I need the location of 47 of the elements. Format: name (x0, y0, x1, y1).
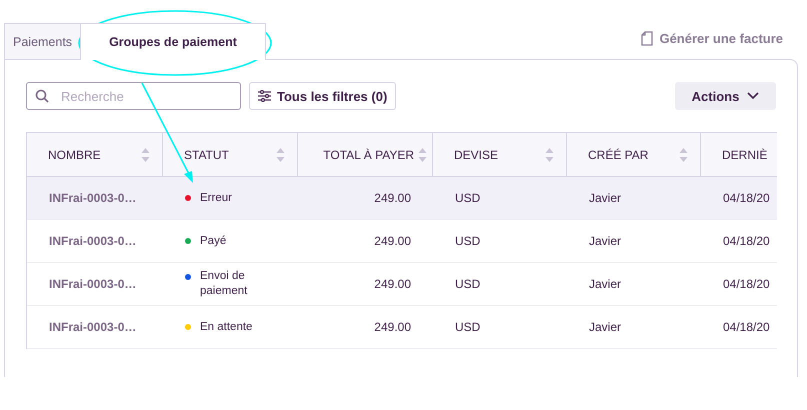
table-cell: Javier (589, 277, 622, 291)
table-cell: Javier (589, 320, 622, 334)
sort-icon (679, 146, 688, 162)
table-cell: 249.00 (374, 191, 411, 205)
generate-invoice-link[interactable]: Générer une facture (641, 31, 783, 46)
search-field[interactable]: Recherche (26, 82, 241, 110)
actions-button[interactable]: Actions (675, 82, 776, 110)
status-label: Erreur (200, 190, 233, 206)
tab[interactable]: Groupes de paiement (80, 23, 266, 60)
column-header[interactable]: TOTAL À PAYER (298, 133, 433, 176)
table-row[interactable]: INFrai-0003-0… En attente 249.00 USD Javier 04/18/20 (27, 306, 777, 349)
table-cell: 04/18/20 (723, 320, 770, 334)
sort-icon (545, 146, 554, 162)
column-header[interactable]: NOMBRE (27, 133, 163, 176)
table-cell: USD (455, 277, 480, 291)
tab[interactable]: Paiements (4, 23, 82, 59)
sort-icon (418, 146, 427, 162)
sort-icon (141, 146, 150, 162)
status-label: Payé (200, 234, 228, 248)
table-row[interactable]: INFrai-0003-0… Envoi de paiement 249.00 USD Javier 04/18/20 (27, 263, 777, 306)
table-cell: Javier (589, 191, 622, 205)
table-cell: 249.00 (374, 277, 411, 291)
status-label: En attente (200, 320, 254, 334)
table-cell: USD (455, 191, 480, 205)
table-cell: 04/18/20 (723, 234, 770, 248)
table-cell: USD (455, 234, 480, 248)
table-cell: USD (455, 320, 480, 334)
table-cell: 249.00 (374, 320, 411, 334)
table-cell: INFrai-0003-0… (49, 191, 136, 205)
table-cell: Javier (589, 234, 622, 248)
table-cell: 04/18/20 (723, 277, 770, 291)
sliders-icon (258, 90, 271, 102)
status-label: Envoi de paiement (200, 269, 248, 299)
document-icon (641, 31, 654, 46)
table-row[interactable]: INFrai-0003-0… Payé 249.00 USD Javier 04/18/20 (27, 220, 777, 263)
table-row[interactable]: INFrai-0003-0… Erreur 249.00 USD Javier 04/18/20 (27, 177, 777, 220)
sort-icon (276, 146, 285, 162)
table-cell: INFrai-0003-0… (49, 320, 136, 334)
column-header[interactable]: DEVISE (433, 133, 567, 176)
table-cell: 249.00 (374, 234, 411, 248)
chevron-down-icon (747, 92, 760, 100)
column-header[interactable]: DERNIÈ (701, 133, 776, 176)
filters-button[interactable]: Tous les filtres (0) (249, 82, 396, 110)
table-cell: INFrai-0003-0… (49, 277, 136, 291)
column-header[interactable]: CRÉÉ PAR (567, 133, 701, 176)
table-cell: INFrai-0003-0… (49, 234, 136, 248)
table-cell: 04/18/20 (723, 191, 770, 205)
